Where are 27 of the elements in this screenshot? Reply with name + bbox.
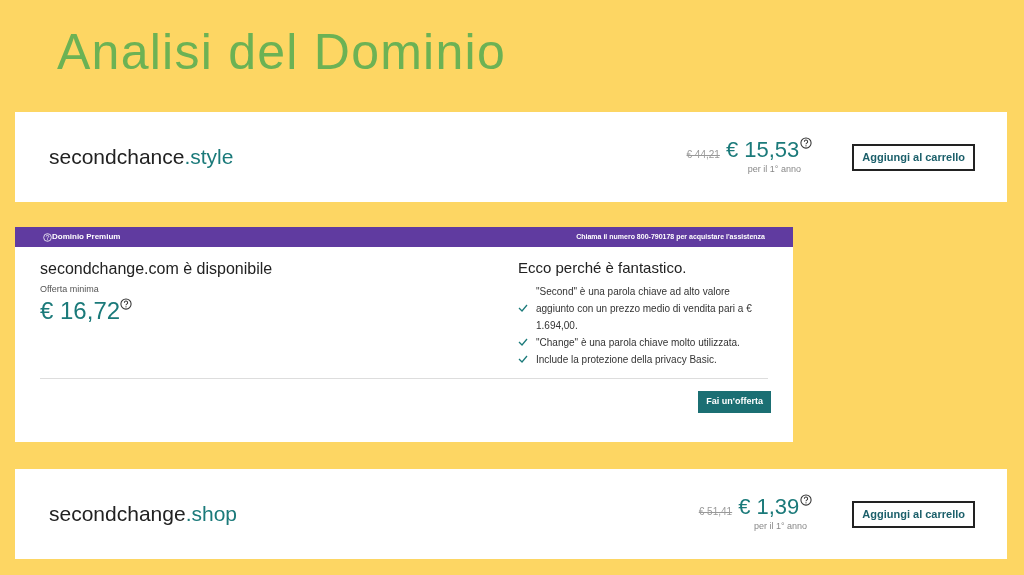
premium-label: Dominio Premium	[52, 231, 121, 243]
domain-extension: .style	[184, 144, 234, 171]
domain-name: secondchange	[49, 501, 186, 528]
reason-text: "Change" è una parola chiave molto utilizzata.	[536, 335, 741, 350]
price: € 15,53	[725, 137, 800, 164]
price: € 16,72	[40, 296, 121, 325]
add-to-cart-button[interactable]: Aggiungi al carrello	[852, 500, 975, 528]
price: € 1,39	[738, 494, 800, 521]
slide-title: Analisi del Dominio	[57, 23, 507, 82]
reason-text: Include la protezione della privacy Basic.	[536, 352, 718, 367]
help-icon	[800, 137, 813, 150]
add-to-cart-button[interactable]: Aggiungi al carrello	[852, 143, 975, 171]
reason-text: "Second" è una parola chiave ad alto valore aggiunto con un prezzo medio di vendita pari a € 1.694,00.	[536, 284, 753, 333]
domain-name: secondchance	[49, 144, 185, 171]
old-price: € 44,21	[686, 148, 720, 163]
price-period: per il 1° anno	[753, 520, 808, 534]
price-period: per il 1° anno	[747, 163, 801, 177]
help-icon	[120, 297, 133, 310]
reasons-title: Ecco perché è fantastico.	[518, 258, 688, 278]
make-offer-button[interactable]: Fai un'offerta	[698, 390, 771, 413]
old-price: € 51,41	[698, 505, 733, 520]
availability-headline: secondchange.com è disponibile	[40, 259, 274, 279]
domain-extension: .shop	[185, 501, 237, 528]
help-icon	[800, 494, 813, 507]
check-icon	[518, 304, 528, 312]
min-offer-label: Offerta minima	[40, 283, 100, 296]
help-icon	[43, 232, 52, 242]
